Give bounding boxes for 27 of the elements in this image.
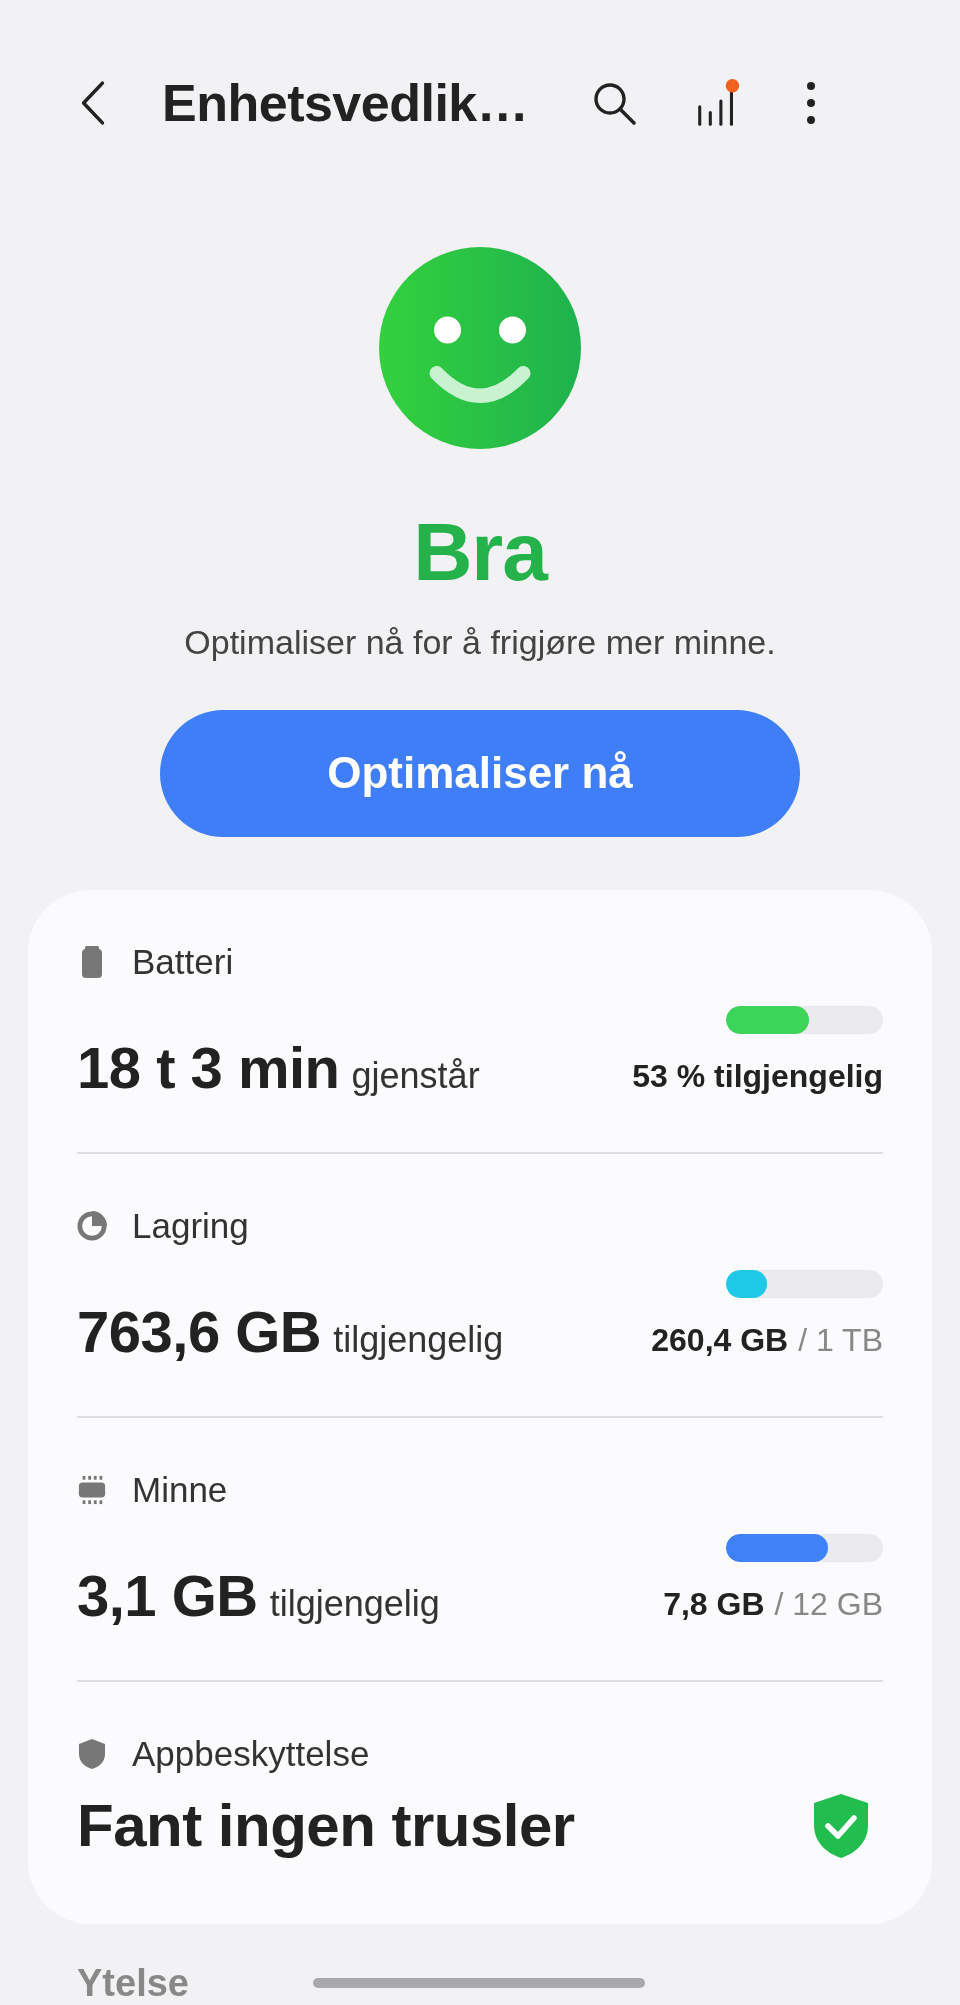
usage-reading: 7,8 GB <box>663 1585 765 1624</box>
item-value-suffix: gjenstår <box>351 1055 480 1097</box>
status-label: Bra <box>413 504 547 599</box>
more-options-icon[interactable] <box>806 80 817 125</box>
page-title: Enhetsvedlik… <box>162 72 529 133</box>
item-label: Batteri <box>132 941 234 983</box>
item-label: Minne <box>132 1469 228 1511</box>
item-value: 3,1 GB <box>77 1562 258 1630</box>
item-label: Appbeskyttelse <box>132 1733 370 1775</box>
item-label: Lagring <box>132 1205 249 1247</box>
shield-check-icon <box>813 1793 869 1859</box>
pie-chart-icon <box>77 1210 107 1242</box>
section-heading: Ytelse <box>77 1962 189 2005</box>
optimize-button[interactable]: Optimaliser nå <box>160 709 800 837</box>
item-value-suffix: tilgjengelig <box>269 1583 440 1625</box>
item-value: 763,6 GB <box>77 1298 322 1366</box>
usage-reading: 53 % tilgjengelig <box>632 1057 883 1096</box>
item-value-suffix: tilgjengelig <box>333 1319 504 1361</box>
back-icon[interactable] <box>80 79 106 126</box>
item-value: 18 t 3 min <box>77 1034 340 1102</box>
chip-icon <box>77 1474 107 1506</box>
status-message: Optimaliser nå for å frigjøre mer minne. <box>184 621 776 663</box>
protection-status: Fant ingen trusler <box>77 1791 575 1861</box>
shield-icon <box>77 1738 107 1770</box>
usage-total: / 12 GB <box>774 1585 883 1624</box>
usage-reading: 260,4 GB <box>651 1321 789 1360</box>
usage-total: / 1 TB <box>798 1321 883 1360</box>
